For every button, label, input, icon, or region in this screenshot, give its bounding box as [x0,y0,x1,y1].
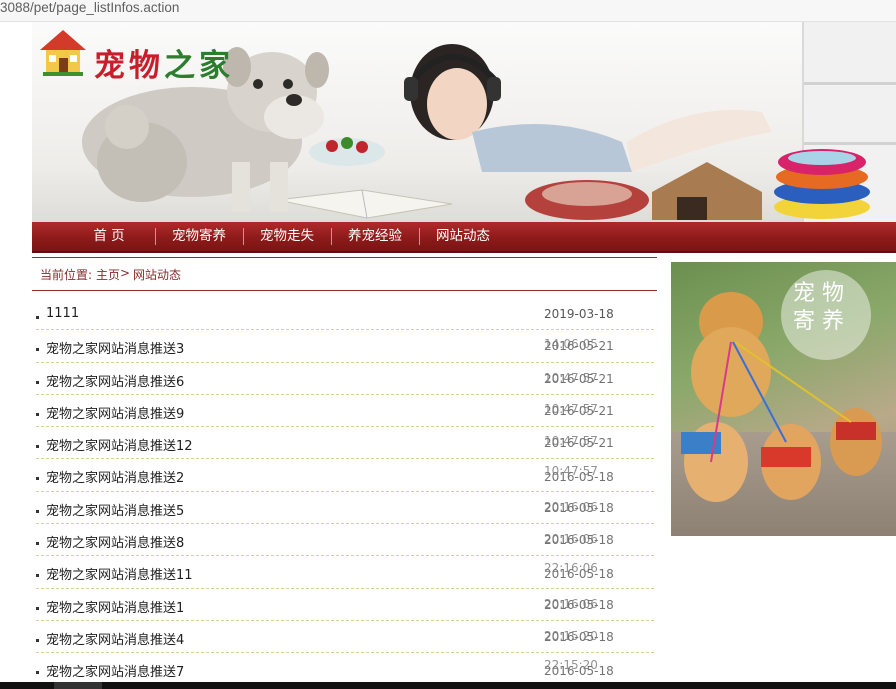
bullet-icon [36,606,39,610]
logo-char: 宠 [94,48,129,84]
os-taskbar [0,682,896,689]
news-title-link[interactable]: 宠物之家网站消息推送4 [46,629,184,648]
list-item[interactable]: 宠物之家网站消息推送1 2016-05-18 20:16:06 [36,589,654,621]
nav-item-pet-boarding[interactable]: 宠物寄养 [159,222,239,251]
news-list: 1111 2019-03-18 宠物之家网站消息推送3 2016-05-21 1… [36,298,654,686]
breadcrumb-separator: > [120,266,131,280]
nav-separator [331,228,332,245]
list-item[interactable]: 宠物之家网站消息推送9 2016-05-21 10:47:57 [36,395,654,428]
news-title-link[interactable]: 宠物之家网站消息推送12 [46,435,193,454]
news-title-link[interactable]: 宠物之家网站消息推送6 [46,371,184,390]
breadcrumb-home-link[interactable]: 主页 [96,266,120,283]
bullet-icon [36,412,39,416]
news-time-overlap: 20:16:06 [544,532,598,547]
nav-separator [243,228,244,245]
list-item[interactable]: 宠物之家网站消息推送4 2016-05-18 20:15:20 [36,621,654,654]
news-title-link[interactable]: 宠物之家网站消息推送11 [46,564,193,583]
bullet-icon [36,445,39,449]
list-item[interactable]: 宠物之家网站消息推送5 2016-05-18 20:16:06 [36,492,654,525]
breadcrumb: 当前位置: 主页 > 网站动态 [32,257,657,291]
nav-item-site-news[interactable]: 网站动态 [422,222,504,251]
browser-url-bar[interactable]: 3088/pet/page_listInfos.action [0,0,896,22]
list-item[interactable]: 宠物之家网站消息推送12 2016-05-21 10:47:57 [36,427,654,460]
promo-char: 养 [822,309,845,334]
bullet-icon [36,542,39,546]
news-time-overlap: 20:16:06 [544,596,598,611]
url-text[interactable]: 3088/pet/page_listInfos.action [0,0,179,16]
news-time-overlap: 20:15:20 [544,628,598,643]
nav-item-lost-pets[interactable]: 宠物走失 [247,222,327,251]
list-item[interactable]: 宠物之家网站消息推送8 2016-05-18 20:16:06 [36,524,654,557]
news-time-overlap: 10:47:57 [544,434,598,449]
bullet-icon [36,509,39,513]
nav-item-home[interactable]: 首 页 [70,222,148,251]
promo-char: 宠 [793,281,816,306]
header-banner: 宠物之家 [32,22,896,222]
news-title-link[interactable]: 宠物之家网站消息推送9 [46,403,184,422]
bullet-icon [36,671,39,675]
breadcrumb-current: 网站动态 [133,268,182,282]
house-icon [40,30,86,76]
list-item[interactable]: 宠物之家网站消息推送7 2016-05-18 22:15:20 [36,653,654,685]
news-time-overlap: 22:15:20 [544,658,598,673]
pet-boarding-promo[interactable]: 宠 物 寄 养 [671,262,896,536]
list-item[interactable]: 1111 2019-03-18 [36,298,654,331]
news-title-link[interactable]: 宠物之家网站消息推送8 [46,532,184,551]
news-title-link[interactable]: 宠物之家网站消息推送3 [46,338,184,357]
nav-separator [155,228,156,245]
news-date: 2019-03-18 [544,307,614,321]
news-time-overlap: 10:47:57 [544,401,598,416]
logo-char: 物 [129,48,164,84]
main-nav: 首 页 宠物寄养 宠物走失 养宠经验 网站动态 [32,222,896,253]
news-time-overlap: 10:47:57 [544,370,598,385]
bullet-icon [36,380,39,384]
news-title-link[interactable]: 宠物之家网站消息推送1 [46,597,184,616]
breadcrumb-prefix: 当前位置: [40,268,93,282]
news-title-link[interactable]: 宠物之家网站消息推送5 [46,500,184,519]
list-item[interactable]: 宠物之家网站消息推送6 2016-05-21 10:47:57 [36,363,654,395]
taskbar-button[interactable] [54,682,102,689]
news-time-overlap: 22:16:06 [544,561,598,576]
logo-char: 家 [199,48,234,84]
promo-char: 寄 [793,309,816,334]
bullet-icon [36,638,39,642]
bullet-icon [36,348,39,352]
news-time-overlap: 10:47:57 [544,464,598,479]
nav-separator [419,228,420,245]
logo-text: 宠物之家 [94,40,234,85]
promo-text: 宠 物 寄 养 [793,280,853,336]
site-logo[interactable]: 宠物之家 [38,26,278,85]
list-item[interactable]: 宠物之家网站消息推送11 2016-05-18 22:16:06 [36,556,654,589]
promo-char: 物 [822,281,845,306]
bullet-icon [36,574,39,578]
list-item[interactable]: 宠物之家网站消息推送2 2016-05-18 10:47:57 [36,459,654,492]
news-time-overlap: 14:06:05 [544,337,598,352]
news-title-link[interactable]: 宠物之家网站消息推送7 [46,661,184,680]
bullet-icon [36,316,39,319]
news-title-link[interactable]: 1111 [46,306,79,321]
list-item[interactable]: 宠物之家网站消息推送3 2016-05-21 14:06:05 [36,330,654,363]
news-title-link[interactable]: 宠物之家网站消息推送2 [46,467,184,486]
news-time-overlap: 20:16:06 [544,499,598,514]
logo-char: 之 [164,48,199,84]
nav-item-pet-care-tips[interactable]: 养宠经验 [334,222,416,251]
bullet-icon [36,477,39,481]
